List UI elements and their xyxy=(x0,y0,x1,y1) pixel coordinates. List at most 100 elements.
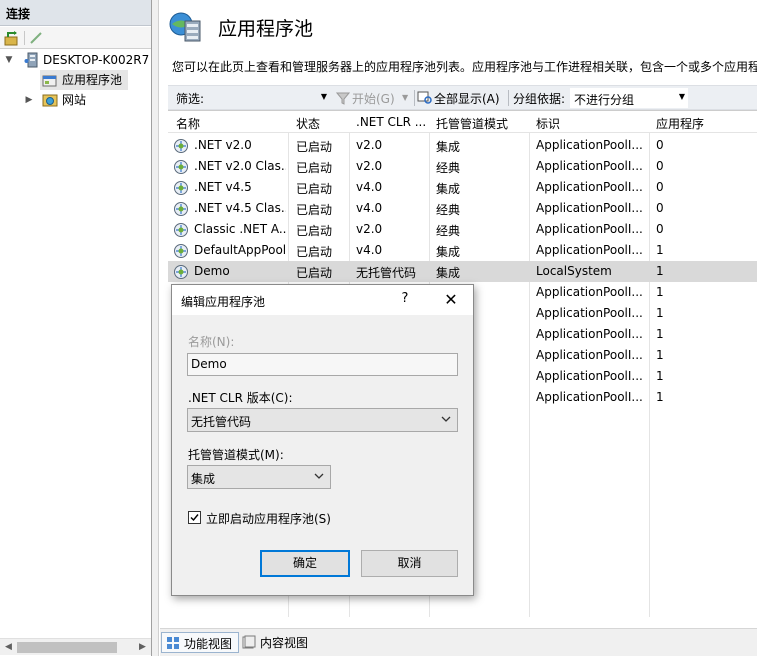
cell-applications: 1 xyxy=(656,327,664,341)
group-by-select[interactable]: 不进行分组 ▼ xyxy=(570,88,688,108)
chevron-down-icon xyxy=(314,473,324,479)
cell-name: .NET v2.0 xyxy=(194,138,252,152)
cell-status: 已启动 xyxy=(296,203,333,217)
cell-pipeline: 集成 xyxy=(436,266,461,280)
table-row[interactable]: DefaultAppPool 已启动 v4.0 集成 ApplicationPoolI.… xyxy=(168,240,757,261)
features-view-icon xyxy=(167,637,179,649)
group-by-value: 不进行分组 xyxy=(574,93,635,107)
show-all-button[interactable]: 全部显示(A) xyxy=(434,90,500,107)
scrollbar-thumb[interactable] xyxy=(17,642,117,653)
column-header-applications[interactable]: 应用程序 xyxy=(656,115,704,132)
cell-pipeline: 经典 xyxy=(436,161,461,175)
cell-applications: 1 xyxy=(656,264,664,278)
column-header-clr[interactable]: .NET CLR ... xyxy=(356,115,426,129)
sites-icon xyxy=(42,94,58,107)
cell-pipeline: 集成 xyxy=(436,140,461,154)
filter-bar: 筛选: ▼ 开始(G) ▼ 全部显示(A) 分组依据: 不进行分组 ▼ xyxy=(168,85,757,110)
connect-icon[interactable] xyxy=(4,30,20,46)
cell-identity: ApplicationPoolI... xyxy=(536,369,643,383)
go-dropdown-icon[interactable]: ▼ xyxy=(402,93,408,102)
filter-input[interactable]: ▼ xyxy=(210,88,330,108)
cell-status: 已启动 xyxy=(296,140,333,154)
cell-name: DefaultAppPool xyxy=(194,243,286,257)
table-row[interactable]: Demo 已启动 无托管代码 集成 LocalSystem 1 xyxy=(168,261,757,282)
autostart-checkbox[interactable] xyxy=(188,511,201,524)
table-row[interactable]: Classic .NET A... 已启动 v2.0 经典 ApplicationPoo… xyxy=(168,219,757,240)
cell-clr: v4.0 xyxy=(356,243,383,257)
cell-applications: 0 xyxy=(656,201,664,215)
features-view-tab[interactable]: 功能视图 xyxy=(161,632,240,653)
filter-dropdown-icon[interactable]: ▼ xyxy=(321,92,327,101)
cell-identity: ApplicationPoolI... xyxy=(536,201,643,215)
clr-version-select[interactable]: 无托管代码 xyxy=(187,408,458,432)
pipeline-mode-value: 集成 xyxy=(191,472,216,486)
cell-pipeline: 集成 xyxy=(436,245,461,259)
table-row[interactable]: .NET v2.0 已启动 v2.0 集成 ApplicationPoolI... 0 xyxy=(168,135,757,156)
column-header-name[interactable]: 名称 xyxy=(176,115,200,132)
view-switcher: 功能视图 内容视图 xyxy=(160,628,757,656)
dialog-titlebar[interactable]: 编辑应用程序池 ? ✕ xyxy=(172,285,473,315)
go-button[interactable]: 开始(G) xyxy=(352,90,395,107)
pane-splitter[interactable] xyxy=(152,0,159,656)
cell-identity: ApplicationPoolI... xyxy=(536,390,643,404)
app-pool-icon xyxy=(42,75,57,87)
expand-arrow-icon[interactable]: ▶ xyxy=(24,90,34,110)
cell-clr: v2.0 xyxy=(356,222,383,236)
cell-applications: 0 xyxy=(656,159,664,173)
app-pool-icon xyxy=(174,244,188,258)
help-button[interactable]: ? xyxy=(396,291,414,306)
cell-identity: ApplicationPoolI... xyxy=(536,327,643,341)
autostart-label[interactable]: 立即启动应用程序池(S) xyxy=(206,510,331,527)
save-icon[interactable] xyxy=(28,30,44,46)
pipeline-mode-label: 托管管道模式(M): xyxy=(188,448,284,462)
table-row[interactable]: .NET v4.5 Clas... 已启动 v4.0 经典 ApplicationPoo… xyxy=(168,198,757,219)
content-view-icon xyxy=(242,635,256,649)
tree-item-server-label: DESKTOP-K002R7 xyxy=(43,53,150,67)
close-button[interactable]: ✕ xyxy=(438,288,464,312)
cell-applications: 1 xyxy=(656,369,664,383)
clr-version-value: 无托管代码 xyxy=(191,415,252,429)
show-all-icon xyxy=(417,91,432,104)
pipeline-mode-select[interactable]: 集成 xyxy=(187,465,331,489)
cell-identity: ApplicationPoolI... xyxy=(536,348,643,362)
cell-identity: LocalSystem xyxy=(536,264,612,278)
page-title: 应用程序池 xyxy=(218,18,314,40)
column-header-pipeline[interactable]: 托管管道模式 xyxy=(436,115,508,132)
connections-toolbar xyxy=(0,27,151,49)
collapse-arrow-icon[interactable]: ▼ xyxy=(4,50,14,70)
table-row[interactable]: .NET v4.5 已启动 v4.0 集成 ApplicationPoolI... 0 xyxy=(168,177,757,198)
tree-item-app-pools[interactable]: 应用程序池 xyxy=(40,70,128,90)
scroll-left-icon[interactable]: ◀ xyxy=(0,639,17,656)
ok-button[interactable]: 确定 xyxy=(260,550,350,577)
cell-clr: v4.0 xyxy=(356,180,383,194)
group-by-dropdown-icon[interactable]: ▼ xyxy=(679,92,685,101)
table-row[interactable]: .NET v2.0 Clas... 已启动 v2.0 经典 ApplicationPoo… xyxy=(168,156,757,177)
cell-identity: ApplicationPoolI... xyxy=(536,180,643,194)
cell-name: .NET v4.5 xyxy=(194,180,252,194)
funnel-icon xyxy=(336,92,350,105)
app-pool-icon xyxy=(174,265,188,279)
app-pool-icon xyxy=(174,223,188,237)
tree-item-sites-label: 网站 xyxy=(62,93,87,107)
column-header-status[interactable]: 状态 xyxy=(296,115,320,132)
cell-status: 已启动 xyxy=(296,245,333,259)
tree-item-sites[interactable]: ▶ 网站 xyxy=(0,90,151,110)
cell-identity: ApplicationPoolI... xyxy=(536,222,643,236)
name-field[interactable]: Demo xyxy=(187,353,458,376)
tree-item-server[interactable]: ▼ DESKTOP-K002R7 xyxy=(0,50,151,70)
content-view-tab[interactable]: 内容视图 xyxy=(238,632,314,653)
cell-pipeline: 经典 xyxy=(436,224,461,238)
features-view-label: 功能视图 xyxy=(184,637,233,651)
cell-status: 已启动 xyxy=(296,266,333,280)
cell-clr: v2.0 xyxy=(356,138,383,152)
scroll-right-icon[interactable]: ▶ xyxy=(134,639,151,656)
connections-hscrollbar[interactable]: ◀ ▶ xyxy=(0,638,151,655)
cell-clr: v4.0 xyxy=(356,201,383,215)
column-header-identity[interactable]: 标识 xyxy=(536,115,560,132)
cell-clr: 无托管代码 xyxy=(356,266,417,280)
cell-name: Classic .NET A... xyxy=(194,222,286,236)
chevron-down-icon xyxy=(441,416,451,422)
cell-identity: ApplicationPoolI... xyxy=(536,243,643,257)
cancel-button[interactable]: 取消 xyxy=(361,550,458,577)
app-pool-icon xyxy=(174,139,188,153)
